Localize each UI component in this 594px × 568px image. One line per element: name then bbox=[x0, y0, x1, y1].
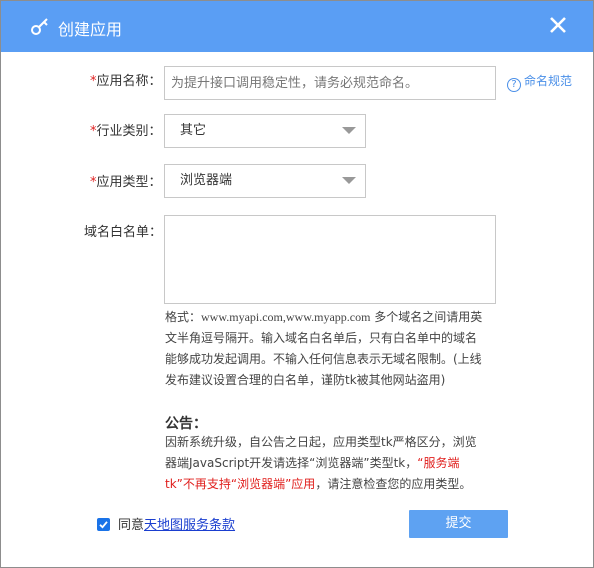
chevron-down-icon bbox=[342, 127, 356, 134]
dialog-titlebar: 创建应用 bbox=[1, 1, 593, 52]
create-app-dialog: 创建应用 *应用名称： 为提升接口调用稳定性，请务必规范命名。 ? 命名规范 *行… bbox=[0, 0, 594, 568]
close-icon[interactable] bbox=[547, 14, 569, 36]
hint-prefix: 格式： bbox=[165, 310, 202, 324]
notice-text-after: ，请注意检查您的应用类型。 bbox=[315, 477, 472, 491]
agree-checkbox[interactable] bbox=[97, 518, 110, 531]
agree-prefix: 同意 bbox=[118, 518, 145, 533]
agree-text: 同意天地图服务条款 bbox=[118, 517, 235, 535]
app-name-placeholder: 为提升接口调用稳定性，请务必规范命名。 bbox=[171, 76, 419, 91]
notice-title: 公告： bbox=[165, 416, 207, 432]
app-name-label-text: 应用名称： bbox=[96, 74, 162, 89]
app-type-selected-value: 浏览器端 bbox=[180, 173, 233, 188]
notice-text: 因新系统升级，自公告之日起，应用类型tk严格区分，浏览器端JavaScript开… bbox=[165, 432, 481, 495]
app-type-label: *应用类型： bbox=[90, 174, 162, 192]
hint-example: www.myapi.com,www.myapp.com bbox=[201, 310, 371, 324]
app-name-label: *应用名称： bbox=[90, 73, 162, 91]
whitelist-hint: 格式：www.myapi.com,www.myapp.com 多个域名之间请用英… bbox=[165, 307, 485, 391]
whitelist-label: 域名白名单： bbox=[84, 225, 163, 240]
submit-button[interactable]: 提交 bbox=[409, 510, 508, 538]
terms-link[interactable]: 天地图服务条款 bbox=[144, 518, 235, 533]
whitelist-textarea[interactable] bbox=[164, 215, 496, 304]
industry-selected-value: 其它 bbox=[180, 123, 207, 138]
naming-rules-label: 命名规范 bbox=[524, 74, 573, 88]
industry-label: *行业类别： bbox=[90, 123, 162, 141]
chevron-down-icon bbox=[342, 177, 356, 184]
app-type-select[interactable]: 浏览器端 bbox=[164, 164, 366, 198]
key-icon bbox=[31, 18, 48, 35]
question-circle-icon: ? bbox=[507, 78, 521, 92]
app-name-input[interactable]: 为提升接口调用稳定性，请务必规范命名。 bbox=[164, 66, 496, 100]
dialog-title: 创建应用 bbox=[58, 20, 123, 39]
industry-label-text: 行业类别： bbox=[96, 124, 162, 139]
app-type-label-text: 应用类型： bbox=[96, 175, 162, 190]
naming-rules-link[interactable]: ? 命名规范 bbox=[507, 72, 573, 92]
industry-select[interactable]: 其它 bbox=[164, 114, 366, 148]
